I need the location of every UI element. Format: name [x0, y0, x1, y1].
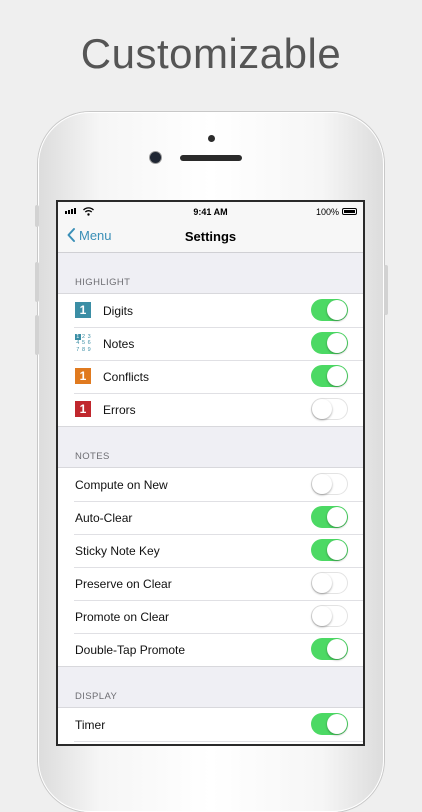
setting-row-digits: 1 Digits [58, 294, 363, 327]
setting-label: Double-Tap Promote [75, 642, 186, 657]
status-bar: 9:41 AM 100% [58, 202, 363, 222]
setting-row-compute-on-new: Compute on New [58, 468, 363, 501]
volume-down-button [35, 315, 39, 355]
section-header-highlight: HIGHLIGHT [75, 277, 131, 288]
mute-switch [35, 205, 39, 227]
setting-label: Notes [103, 336, 135, 351]
setting-label: Timer [75, 717, 106, 732]
toggle-double-tap-promote[interactable] [311, 638, 348, 660]
toggle-promote-on-clear[interactable] [311, 605, 348, 627]
battery-percent: 100% [315, 207, 339, 217]
setting-row-sticky-note-key: Sticky Note Key [58, 534, 363, 567]
proximity-sensor [208, 135, 215, 142]
front-camera [150, 152, 161, 163]
navigation-bar: Menu Settings [58, 222, 363, 253]
battery-icon [342, 208, 357, 215]
headline: Customizable [80, 30, 342, 77]
setting-row-conflicts: 1 Conflicts [58, 360, 363, 393]
earpiece-speaker [180, 155, 242, 161]
toggle-notes[interactable] [311, 332, 348, 354]
toggle-errors[interactable] [311, 398, 348, 420]
toggle-timer[interactable] [311, 713, 348, 735]
display-group: Timer [58, 707, 363, 744]
toggle-sticky-note-key[interactable] [311, 539, 348, 561]
conflict-tile-icon: 1 [75, 368, 91, 384]
toggle-auto-clear[interactable] [311, 506, 348, 528]
error-tile-icon: 1 [75, 401, 91, 417]
setting-row-partial [58, 741, 363, 744]
toggle-conflicts[interactable] [311, 365, 348, 387]
toggle-preserve-on-clear[interactable] [311, 572, 348, 594]
setting-label: Conflicts [103, 369, 150, 384]
setting-label: Errors [103, 402, 136, 417]
setting-row-double-tap-promote: Double-Tap Promote [58, 633, 363, 666]
notes-grid-icon: 1 2 3 4 5 6 7 8 9 [75, 334, 91, 353]
toggle-digits[interactable] [311, 299, 348, 321]
setting-row-promote-on-clear: Promote on Clear [58, 600, 363, 633]
setting-label: Compute on New [75, 477, 168, 492]
setting-row-auto-clear: Auto-Clear [58, 501, 363, 534]
setting-row-preserve-on-clear: Preserve on Clear [58, 567, 363, 600]
phone-screen: 9:41 AM 100% Menu Settings HIGHLIGHT 1 D… [58, 202, 363, 744]
setting-row-notes: 1 2 3 4 5 6 7 8 9 Notes [58, 327, 363, 360]
volume-up-button [35, 262, 39, 302]
setting-label: Sticky Note Key [75, 543, 160, 558]
setting-row-timer: Timer [58, 708, 363, 741]
page-title: Settings [184, 229, 237, 244]
power-button [384, 265, 388, 315]
setting-label: Digits [103, 303, 134, 318]
highlight-group: 1 Digits 1 2 3 4 5 6 7 8 9 Notes 1 Confl… [58, 293, 363, 427]
setting-label: Preserve on Clear [75, 576, 172, 591]
section-header-display: DISPLAY [75, 691, 118, 702]
setting-label: Promote on Clear [75, 609, 170, 624]
section-header-notes: NOTES [75, 451, 110, 462]
setting-label: Auto-Clear [75, 510, 133, 525]
toggle-compute-on-new[interactable] [311, 473, 348, 495]
notes-group: Compute on New Auto-Clear Sticky Note Ke… [58, 467, 363, 667]
settings-list: HIGHLIGHT 1 Digits 1 2 3 4 5 6 7 8 9 Not… [58, 253, 363, 744]
setting-row-errors: 1 Errors [58, 393, 363, 426]
digit-tile-icon: 1 [75, 302, 91, 318]
